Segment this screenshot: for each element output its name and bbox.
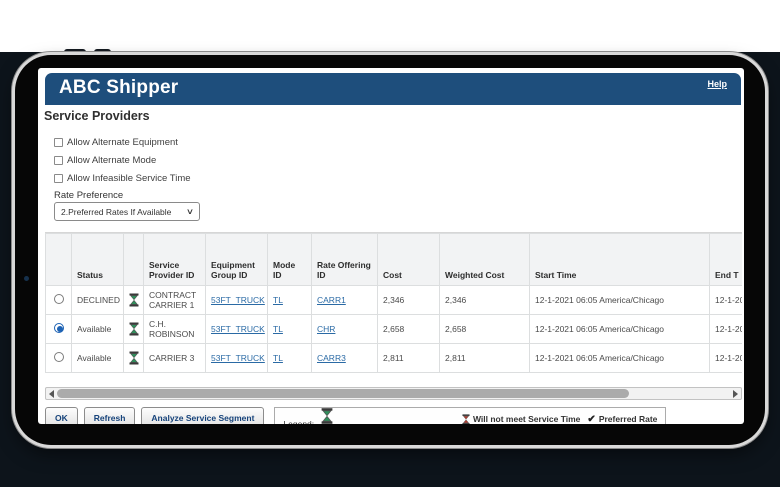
provider-cell: CARRIER 3 <box>144 344 206 373</box>
tablet-frame: ABC Shipper Help Service Providers Allow… <box>15 55 765 445</box>
rate-offering-link[interactable]: CHR <box>317 324 335 334</box>
table-row: DECLINED CONTRACT CARRIER 1 53FT_TRUCK T… <box>46 286 743 315</box>
rate-preference-label: Rate Preference <box>54 190 123 201</box>
checkbox-icon[interactable] <box>54 156 63 165</box>
service-time-warning-icon <box>462 414 470 425</box>
cost-cell: 2,811 <box>378 344 440 373</box>
checkbox-allow-alternate-equipment[interactable]: Allow Alternate Equipment <box>54 136 178 149</box>
equipment-group-link[interactable]: 53FT_TRUCK <box>211 324 265 334</box>
table-header-row: Status Service Provider ID Equipment Gro… <box>46 234 743 286</box>
page-title: Service Providers <box>44 109 150 123</box>
analyze-service-segment-button[interactable]: Analyze Service Segment <box>141 407 264 424</box>
rate-offering-link[interactable]: CARR3 <box>317 353 346 363</box>
row-radio-selected[interactable] <box>54 323 64 333</box>
cost-cell: 2,346 <box>378 286 440 315</box>
tablet-camera-dot <box>24 276 29 281</box>
checkbox-label: Allow Alternate Equipment <box>67 137 178 148</box>
hourglass-icon <box>321 407 333 424</box>
refresh-button[interactable]: Refresh <box>84 407 136 424</box>
rate-preference-selected-value: 2.Preferred Rates If Available <box>61 207 187 217</box>
status-cell: DECLINED <box>72 286 124 315</box>
legend-item-label: Will not meet Service Time <box>473 414 580 424</box>
col-equipment-group-id: Equipment Group ID <box>206 234 268 286</box>
provider-cell: CONTRACT CARRIER 1 <box>144 286 206 315</box>
legend-item-preferred-rate: ✔ Preferred Rate <box>587 414 657 425</box>
hourglass-icon <box>129 322 139 336</box>
end-time-cell: 12-1-20 <box>710 286 743 315</box>
scroll-right-icon[interactable] <box>733 390 738 398</box>
weighted-cost-cell: 2,346 <box>440 286 530 315</box>
horizontal-scrollbar[interactable] <box>45 387 742 400</box>
end-time-cell: 12-1-20 <box>710 344 743 373</box>
weighted-cost-cell: 2,658 <box>440 315 530 344</box>
start-time-cell: 12-1-2021 06:05 America/Chicago <box>530 344 710 373</box>
checkbox-label: Allow Infeasible Service Time <box>67 173 191 184</box>
row-radio[interactable] <box>54 352 64 362</box>
checkbox-allow-infeasible-service-time[interactable]: Allow Infeasible Service Time <box>54 172 191 185</box>
weighted-cost-cell: 2,811 <box>440 344 530 373</box>
scroll-left-icon[interactable] <box>49 390 54 398</box>
col-select <box>46 234 72 286</box>
checkbox-icon[interactable] <box>54 138 63 147</box>
preferred-rate-check-icon: ✔ <box>587 414 595 425</box>
checkbox-allow-alternate-mode[interactable]: Allow Alternate Mode <box>54 154 156 167</box>
app-header-bar: ABC Shipper Help <box>45 73 741 105</box>
hourglass-icon <box>129 351 139 365</box>
legend-item-label: Preferred Rate <box>599 414 658 424</box>
start-time-cell: 12-1-2021 06:05 America/Chicago <box>530 315 710 344</box>
col-rate-offering-id: Rate Offering ID <box>312 234 378 286</box>
legend-label: Legend: <box>283 419 314 424</box>
mockup-canvas: ABC Shipper Help Service Providers Allow… <box>0 0 780 500</box>
start-time-cell: 12-1-2021 06:05 America/Chicago <box>530 286 710 315</box>
service-providers-table: Status Service Provider ID Equipment Gro… <box>45 232 742 377</box>
legend-box: Legend: Will not meet Service Time ✔ Pre… <box>274 407 666 424</box>
table-row: Available C.H. ROBINSON 53FT_TRUCK TL CH… <box>46 315 743 344</box>
app-screen: ABC Shipper Help Service Providers Allow… <box>38 68 744 424</box>
col-service-provider-id: Service Provider ID <box>144 234 206 286</box>
col-mode-id: Mode ID <box>268 234 312 286</box>
help-link[interactable]: Help <box>707 79 727 89</box>
ok-button[interactable]: OK <box>45 407 78 424</box>
col-weighted-cost: Weighted Cost <box>440 234 530 286</box>
mode-link[interactable]: TL <box>273 324 283 334</box>
scrollbar-thumb[interactable] <box>57 389 629 398</box>
checkbox-label: Allow Alternate Mode <box>67 155 156 166</box>
footer-actions: OK Refresh Analyze Service Segment Legen… <box>45 407 742 424</box>
mode-link[interactable]: TL <box>273 353 283 363</box>
equipment-group-link[interactable]: 53FT_TRUCK <box>211 295 265 305</box>
col-status: Status <box>72 234 124 286</box>
cost-cell: 2,658 <box>378 315 440 344</box>
end-time-cell: 12-1-20 <box>710 315 743 344</box>
status-cell: Available <box>72 344 124 373</box>
table-row: Available CARRIER 3 53FT_TRUCK TL CARR3 … <box>46 344 743 373</box>
equipment-group-link[interactable]: 53FT_TRUCK <box>211 353 265 363</box>
checkbox-icon[interactable] <box>54 174 63 183</box>
col-cost: Cost <box>378 234 440 286</box>
col-start-time: Start Time <box>530 234 710 286</box>
mode-link[interactable]: TL <box>273 295 283 305</box>
rate-offering-link[interactable]: CARR1 <box>317 295 346 305</box>
chevron-down-icon: ∨ <box>186 207 194 216</box>
col-end-time: End T <box>710 234 743 286</box>
app-title: ABC Shipper <box>59 77 178 99</box>
status-cell: Available <box>72 315 124 344</box>
provider-cell: C.H. ROBINSON <box>144 315 206 344</box>
col-flag <box>124 234 144 286</box>
hourglass-icon <box>129 293 139 307</box>
row-radio[interactable] <box>54 294 64 304</box>
rate-preference-select[interactable]: 2.Preferred Rates If Available ∨ <box>54 202 200 221</box>
legend-item-service-time: Will not meet Service Time <box>462 414 580 425</box>
